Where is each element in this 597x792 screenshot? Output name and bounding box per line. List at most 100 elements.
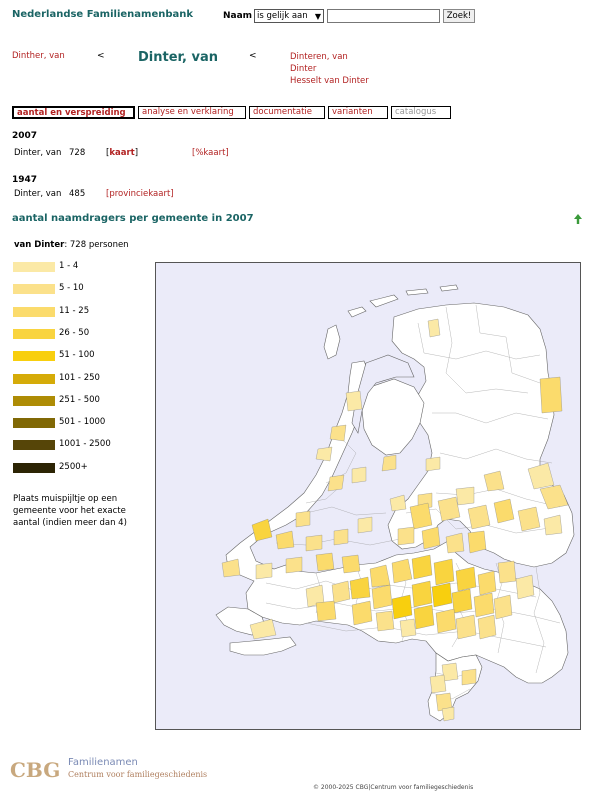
map-region-11-25 <box>409 502 433 530</box>
year-heading-2007: 2007 <box>12 131 38 141</box>
tab-analyse-en-verklaring[interactable]: analyse en verklaring <box>138 106 246 119</box>
map-region-1-4 <box>427 318 441 338</box>
map-region-1-4 <box>515 574 535 600</box>
legend-swatch <box>13 440 55 450</box>
legend-swatch <box>13 284 55 294</box>
map-region-26-50 <box>413 604 435 630</box>
map-region-5-10 <box>375 610 395 632</box>
map-region-11-25 <box>421 526 441 550</box>
map-region-5-10 <box>329 424 347 442</box>
arrow-up-icon[interactable] <box>573 213 583 225</box>
zeeland-south <box>229 636 297 656</box>
map-region-5-10 <box>497 560 517 584</box>
count-row-value: 485 <box>69 189 86 199</box>
legend-label: 1001 - 2500 <box>59 439 111 449</box>
kaart-link-label: kaart <box>109 148 135 158</box>
map-region-5-10 <box>327 474 345 492</box>
map-region-11-25 <box>477 570 497 596</box>
legend-label: 26 - 50 <box>59 328 90 338</box>
cbg-logo[interactable]: CBG <box>10 758 60 782</box>
netherlands-map[interactable] <box>156 263 580 729</box>
map-region-26-50 <box>451 588 473 614</box>
legend-swatch <box>13 418 55 428</box>
name-search-input[interactable] <box>327 9 440 23</box>
map-region-11-25 <box>539 376 563 414</box>
footer-brand: Familienamen <box>68 757 138 768</box>
tab-catalogus: catalogus <box>391 106 451 119</box>
map-region-11-25 <box>467 530 487 554</box>
map-region-51-100 <box>391 594 413 620</box>
map-region-1-4 <box>255 562 273 580</box>
tab-aantal-en-verspreiding[interactable]: aantal en verspreiding <box>12 106 135 119</box>
legend-swatch <box>13 329 55 339</box>
map-region-1-4 <box>399 618 417 638</box>
provinciekaart-link[interactable]: [provinciekaart] <box>106 189 174 199</box>
schiermonnikoog <box>439 284 459 292</box>
legend-swatch <box>13 307 55 317</box>
year-heading-1947: 1947 <box>12 175 38 185</box>
map-region-26-50 <box>411 554 433 580</box>
map-region-11-25 <box>315 552 335 572</box>
legend-label: 1 - 4 <box>59 261 79 271</box>
chevron-down-icon: ▼ <box>314 12 321 21</box>
related-name-link[interactable]: Dinter <box>290 63 369 75</box>
vlieland <box>347 306 367 318</box>
map-region-11-25 <box>275 530 295 550</box>
map-region-1-4 <box>429 674 447 694</box>
legend-total: : 728 personen <box>64 240 129 250</box>
match-type-value: is gelijk aan <box>257 11 308 21</box>
tab-varianten[interactable]: varianten <box>328 106 388 119</box>
map-region-5-10 <box>437 496 461 522</box>
map-region-51-100 <box>431 582 453 608</box>
previous-name-link[interactable]: Dinther, van <box>12 51 65 61</box>
terschelling <box>369 294 399 308</box>
percent-kaart-link[interactable]: [%kaart] <box>192 148 229 158</box>
map-region-11-25 <box>315 600 337 622</box>
legend-label: 2500+ <box>59 462 88 472</box>
ameland <box>405 288 429 296</box>
map-region-1-4 <box>389 494 407 512</box>
distribution-map[interactable] <box>155 262 581 730</box>
map-region-5-10 <box>461 668 477 686</box>
kaart-link[interactable]: [kaart] <box>106 148 138 158</box>
search-button[interactable]: Zoek! <box>443 9 475 23</box>
count-row-name: Dinter, van <box>14 189 62 199</box>
map-region-5-10 <box>221 558 241 578</box>
map-region-1-4 <box>425 456 441 472</box>
related-name-link[interactable]: Hesselt van Dinter <box>290 75 369 87</box>
legend-swatch <box>13 463 55 473</box>
map-region-11-25 <box>473 592 495 618</box>
related-name-link[interactable]: Dinteren, van <box>290 51 369 63</box>
map-region-5-10 <box>445 532 465 554</box>
flevoland <box>361 378 425 456</box>
count-row-name: Dinter, van <box>14 148 62 158</box>
match-type-select[interactable]: is gelijk aan ▼ <box>254 9 324 23</box>
legend-swatch <box>13 262 55 272</box>
section-title: aantal naamdragers per gemeente in 2007 <box>12 213 254 224</box>
map-region-5-10 <box>285 556 303 574</box>
current-name-title: Dinter, van <box>138 50 218 65</box>
map-region-5-10 <box>455 614 477 640</box>
map-region-5-10 <box>517 506 541 532</box>
legend-swatch <box>13 374 55 384</box>
next-separator: < <box>249 51 257 61</box>
map-region-5-10 <box>333 528 349 546</box>
map-region-5-10 <box>477 614 497 640</box>
previous-separator: < <box>97 51 105 61</box>
map-region-11-25 <box>341 554 361 574</box>
legend-label: 101 - 250 <box>59 373 100 383</box>
tab-documentatie[interactable]: documentatie <box>249 106 325 119</box>
map-region-5-10 <box>397 526 415 546</box>
texel <box>323 324 341 360</box>
map-region-1-4 <box>357 516 373 534</box>
legend-label: 5 - 10 <box>59 283 84 293</box>
legend-name: van Dinter <box>14 240 65 250</box>
legend-label: 251 - 500 <box>59 395 100 405</box>
map-region-1-4 <box>455 486 475 506</box>
footer-subtitle: Centrum voor familiegeschiedenis <box>68 770 208 779</box>
map-region-1-4 <box>441 706 455 722</box>
map-region-5-10 <box>381 454 397 472</box>
map-region-1-4 <box>351 466 367 484</box>
map-region-11-25 <box>371 584 393 610</box>
site-title[interactable]: Nederlandse Familienamenbank <box>12 9 193 20</box>
